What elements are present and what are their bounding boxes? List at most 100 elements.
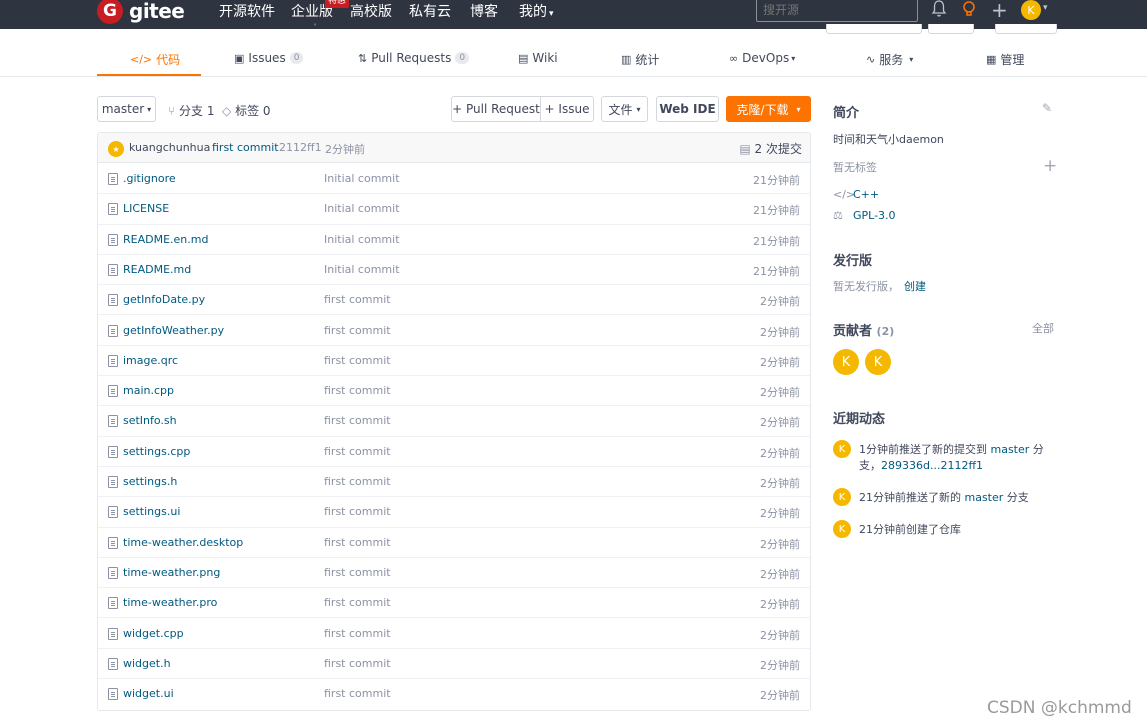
table-row[interactable]: widget.ui first commit 2分钟前 (98, 679, 810, 709)
file-name-link[interactable]: widget.cpp (123, 627, 184, 640)
table-row[interactable]: widget.cpp first commit 2分钟前 (98, 619, 810, 649)
activity-branch-link[interactable]: master (965, 491, 1004, 504)
nav-education[interactable]: 高校版 (350, 1, 392, 21)
file-name-link[interactable]: image.qrc (123, 354, 178, 367)
tab-devops[interactable]: ∞ DevOps ▾ (729, 51, 795, 65)
activity-avatar[interactable]: K (833, 440, 851, 458)
table-row[interactable]: widget.h first commit 2分钟前 (98, 649, 810, 680)
file-name-link[interactable]: README.md (123, 263, 191, 276)
file-commit-message[interactable]: Initial commit (324, 263, 400, 276)
search-input[interactable] (756, 0, 918, 22)
table-row[interactable]: .gitignore Initial commit 21分钟前 (98, 164, 810, 195)
nav-open-source[interactable]: 开源软件 (219, 1, 275, 21)
file-commit-message[interactable]: Initial commit (324, 172, 400, 185)
file-name-link[interactable]: getInfoWeather.py (123, 324, 224, 337)
file-name-link[interactable]: widget.h (123, 657, 171, 670)
table-row[interactable]: settings.ui first commit 2分钟前 (98, 497, 810, 528)
language-link[interactable]: C++ (853, 188, 879, 201)
activity-compare-link[interactable]: 289336d...2112ff1 (881, 459, 983, 472)
file-commit-message[interactable]: first commit (324, 687, 391, 700)
table-row[interactable]: time-weather.pro first commit 2分钟前 (98, 588, 810, 619)
table-row[interactable]: LICENSE Initial commit 21分钟前 (98, 194, 810, 225)
file-commit-message[interactable]: first commit (324, 354, 391, 367)
user-avatar[interactable]: K (1021, 0, 1041, 20)
table-row[interactable]: README.md Initial commit 21分钟前 (98, 255, 810, 286)
file-name-link[interactable]: time-weather.pro (123, 596, 217, 609)
branches-link[interactable]: ⑂ 分支 1 (168, 102, 214, 119)
plus-icon[interactable]: + (991, 0, 1008, 20)
file-name-link[interactable]: time-weather.png (123, 566, 220, 579)
commit-sha[interactable]: 2112ff1 (279, 141, 322, 154)
table-row[interactable]: settings.cpp first commit 2分钟前 (98, 437, 810, 467)
file-name-link[interactable]: main.cpp (123, 384, 174, 397)
add-tag-icon[interactable]: + (1043, 156, 1057, 176)
tab-services[interactable]: ∿ 服务 ▾ (866, 51, 913, 68)
file-name-link[interactable]: widget.ui (123, 687, 174, 700)
file-commit-message[interactable]: first commit (324, 475, 391, 488)
file-name-link[interactable]: .gitignore (123, 172, 176, 185)
tab-issues[interactable]: ▣ Issues 0 (234, 51, 304, 65)
commit-author-avatar[interactable]: ★ (108, 141, 124, 157)
nav-mine[interactable]: 我的 ▾ (519, 1, 554, 21)
gitee-logo[interactable]: G gitee (97, 0, 185, 25)
file-name-link[interactable]: settings.cpp (123, 445, 190, 458)
table-row[interactable]: main.cpp first commit 2分钟前 (98, 376, 810, 407)
tab-stats[interactable]: ▥ 统计 (621, 51, 659, 68)
lightbulb-icon[interactable] (961, 0, 977, 23)
file-commit-message[interactable]: Initial commit (324, 202, 400, 215)
file-name-link[interactable]: settings.ui (123, 505, 180, 518)
tab-wiki[interactable]: ▤ Wiki (518, 51, 558, 65)
file-commit-message[interactable]: first commit (324, 445, 391, 458)
web-ide-button[interactable]: Web IDE (656, 96, 719, 122)
file-name-link[interactable]: time-weather.desktop (123, 536, 243, 549)
create-release-link[interactable]: 创建 (904, 278, 926, 294)
file-commit-message[interactable]: first commit (324, 324, 391, 337)
file-menu-button[interactable]: 文件 ▾ (601, 96, 648, 122)
table-row[interactable]: time-weather.png first commit 2分钟前 (98, 558, 810, 589)
table-row[interactable]: image.qrc first commit 2分钟前 (98, 346, 810, 377)
file-commit-message[interactable]: first commit (324, 384, 391, 397)
file-commit-message[interactable]: first commit (324, 536, 391, 549)
avatar-chevron-icon[interactable]: ▾ (1043, 3, 1048, 13)
file-name-link[interactable]: getInfoDate.py (123, 293, 205, 306)
file-commit-message[interactable]: first commit (324, 596, 391, 609)
clone-download-button[interactable]: 克隆/下载 ▾ (726, 96, 811, 122)
tab-code[interactable]: </> 代码 (130, 51, 180, 68)
commit-count-link[interactable]: ▤ 2 次提交 (739, 140, 802, 157)
file-commit-message[interactable]: Initial commit (324, 233, 400, 246)
file-commit-message[interactable]: first commit (324, 566, 391, 579)
nav-blog[interactable]: 博客 (470, 1, 498, 21)
branch-select[interactable]: master ▾ (97, 96, 156, 122)
table-row[interactable]: settings.h first commit 2分钟前 (98, 467, 810, 498)
nav-private-cloud[interactable]: 私有云 (409, 1, 451, 21)
activity-avatar[interactable]: K (833, 488, 851, 506)
edit-icon[interactable]: ✎ (1042, 101, 1052, 115)
bell-icon[interactable] (931, 0, 947, 23)
commit-author[interactable]: kuangchunhua (129, 141, 210, 154)
file-name-link[interactable]: settings.h (123, 475, 177, 488)
new-issue-button[interactable]: + Issue (540, 96, 594, 122)
tags-link[interactable]: ◇ 标签 0 (222, 102, 271, 119)
file-commit-message[interactable]: first commit (324, 293, 391, 306)
license-link[interactable]: GPL-3.0 (853, 209, 896, 222)
file-commit-message[interactable]: first commit (324, 657, 391, 670)
tab-pull-requests[interactable]: ⇅ Pull Requests 0 (358, 51, 470, 65)
table-row[interactable]: getInfoDate.py first commit 2分钟前 (98, 285, 810, 316)
all-contributors-link[interactable]: 全部 (1032, 320, 1054, 336)
file-commit-message[interactable]: first commit (324, 505, 391, 518)
file-name-link[interactable]: LICENSE (123, 202, 169, 215)
file-name-link[interactable]: README.en.md (123, 233, 208, 246)
commit-message[interactable]: first commit (212, 141, 279, 154)
file-commit-message[interactable]: first commit (324, 414, 391, 427)
table-row[interactable]: setInfo.sh first commit 2分钟前 (98, 406, 810, 437)
table-row[interactable]: getInfoWeather.py first commit 2分钟前 (98, 316, 810, 346)
file-name-link[interactable]: setInfo.sh (123, 414, 177, 427)
file-commit-message[interactable]: first commit (324, 627, 391, 640)
tab-manage[interactable]: ▦ 管理 (986, 51, 1024, 68)
contributor-avatar[interactable]: K (833, 349, 859, 375)
new-pull-request-button[interactable]: + Pull Request (451, 96, 541, 122)
table-row[interactable]: README.en.md Initial commit 21分钟前 (98, 225, 810, 255)
activity-avatar[interactable]: K (833, 520, 851, 538)
table-row[interactable]: time-weather.desktop first commit 2分钟前 (98, 528, 810, 558)
activity-branch-link[interactable]: master (991, 443, 1030, 456)
